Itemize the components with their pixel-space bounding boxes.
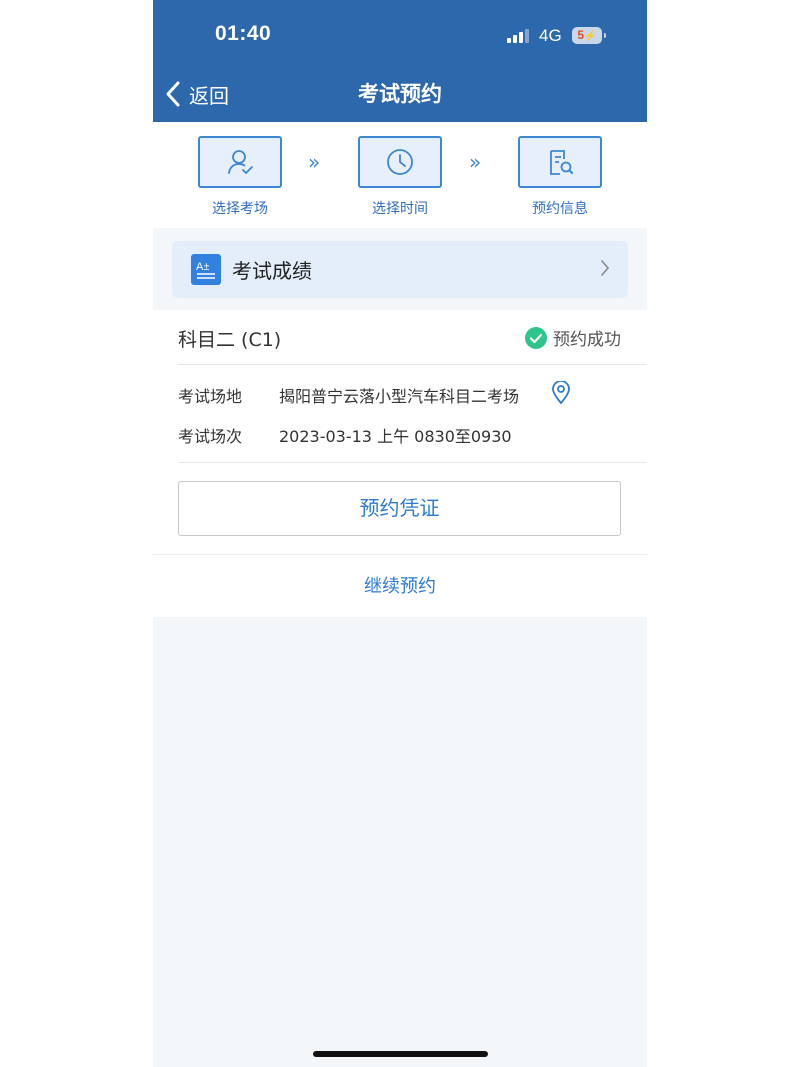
home-indicator[interactable] bbox=[313, 1051, 488, 1057]
status-badge: 预约成功 bbox=[525, 325, 621, 350]
booking-info: 科目二 (C1) 预约成功 考试场地 揭阳普宁云落小型汽车科目二考场 考试场次 … bbox=[153, 310, 647, 617]
phone-screen: 01:40 4G 5⚡ 返回 考试预约 选择考场 » 选择时间 » 预约信息 A… bbox=[153, 0, 647, 1067]
divider bbox=[178, 462, 647, 463]
status-time: 01:40 bbox=[215, 22, 272, 45]
check-circle-icon bbox=[525, 326, 547, 349]
venue-label: 考试场地 bbox=[178, 387, 243, 406]
exam-score-card[interactable]: A± 考试成绩 bbox=[172, 241, 628, 298]
divider bbox=[153, 554, 647, 555]
step-icon-box bbox=[198, 136, 282, 188]
booking-steps: 选择考场 » 选择时间 » 预约信息 bbox=[153, 122, 647, 228]
step-arrow-icon: » bbox=[469, 150, 482, 174]
step-label: 选择考场 bbox=[212, 201, 268, 217]
chevron-right-icon bbox=[601, 260, 610, 276]
score-icon-text: A± bbox=[196, 261, 209, 273]
charging-icon: ⚡ bbox=[584, 31, 597, 42]
session-value: 2023-03-13 上午 0830至0930 bbox=[279, 427, 512, 446]
signal-icon bbox=[507, 29, 529, 43]
step-label: 选择时间 bbox=[372, 201, 428, 217]
battery-icon: 5⚡ bbox=[572, 27, 606, 44]
page-title: 考试预约 bbox=[358, 82, 442, 106]
document-search-icon bbox=[550, 150, 573, 175]
step-select-time: 选择时间 bbox=[358, 136, 442, 218]
step-label: 预约信息 bbox=[532, 201, 588, 217]
continue-booking-link[interactable]: 继续预约 bbox=[153, 572, 647, 598]
grade-icon: A± bbox=[196, 261, 215, 279]
clock-icon bbox=[387, 149, 413, 175]
user-check-icon bbox=[228, 150, 253, 174]
app-header: 01:40 4G 5⚡ 返回 考试预约 bbox=[153, 0, 647, 122]
divider bbox=[178, 364, 647, 365]
score-label: 考试成绩 bbox=[232, 259, 312, 283]
network-type: 4G bbox=[539, 26, 562, 45]
session-label: 考试场次 bbox=[178, 427, 243, 446]
status-text: 预约成功 bbox=[553, 330, 621, 350]
step-icon-box bbox=[358, 136, 442, 188]
booking-voucher-button[interactable]: 预约凭证 bbox=[178, 481, 621, 536]
step-arrow-icon: » bbox=[308, 150, 321, 174]
score-icon: A± bbox=[191, 254, 221, 285]
exam-subject: 科目二 (C1) bbox=[178, 329, 282, 351]
step-icon-box bbox=[518, 136, 602, 188]
step-select-venue: 选择考场 bbox=[198, 136, 282, 218]
step-booking-info: 预约信息 bbox=[518, 136, 602, 218]
location-pin-icon[interactable] bbox=[551, 381, 571, 405]
venue-value: 揭阳普宁云落小型汽车科目二考场 bbox=[279, 387, 520, 406]
